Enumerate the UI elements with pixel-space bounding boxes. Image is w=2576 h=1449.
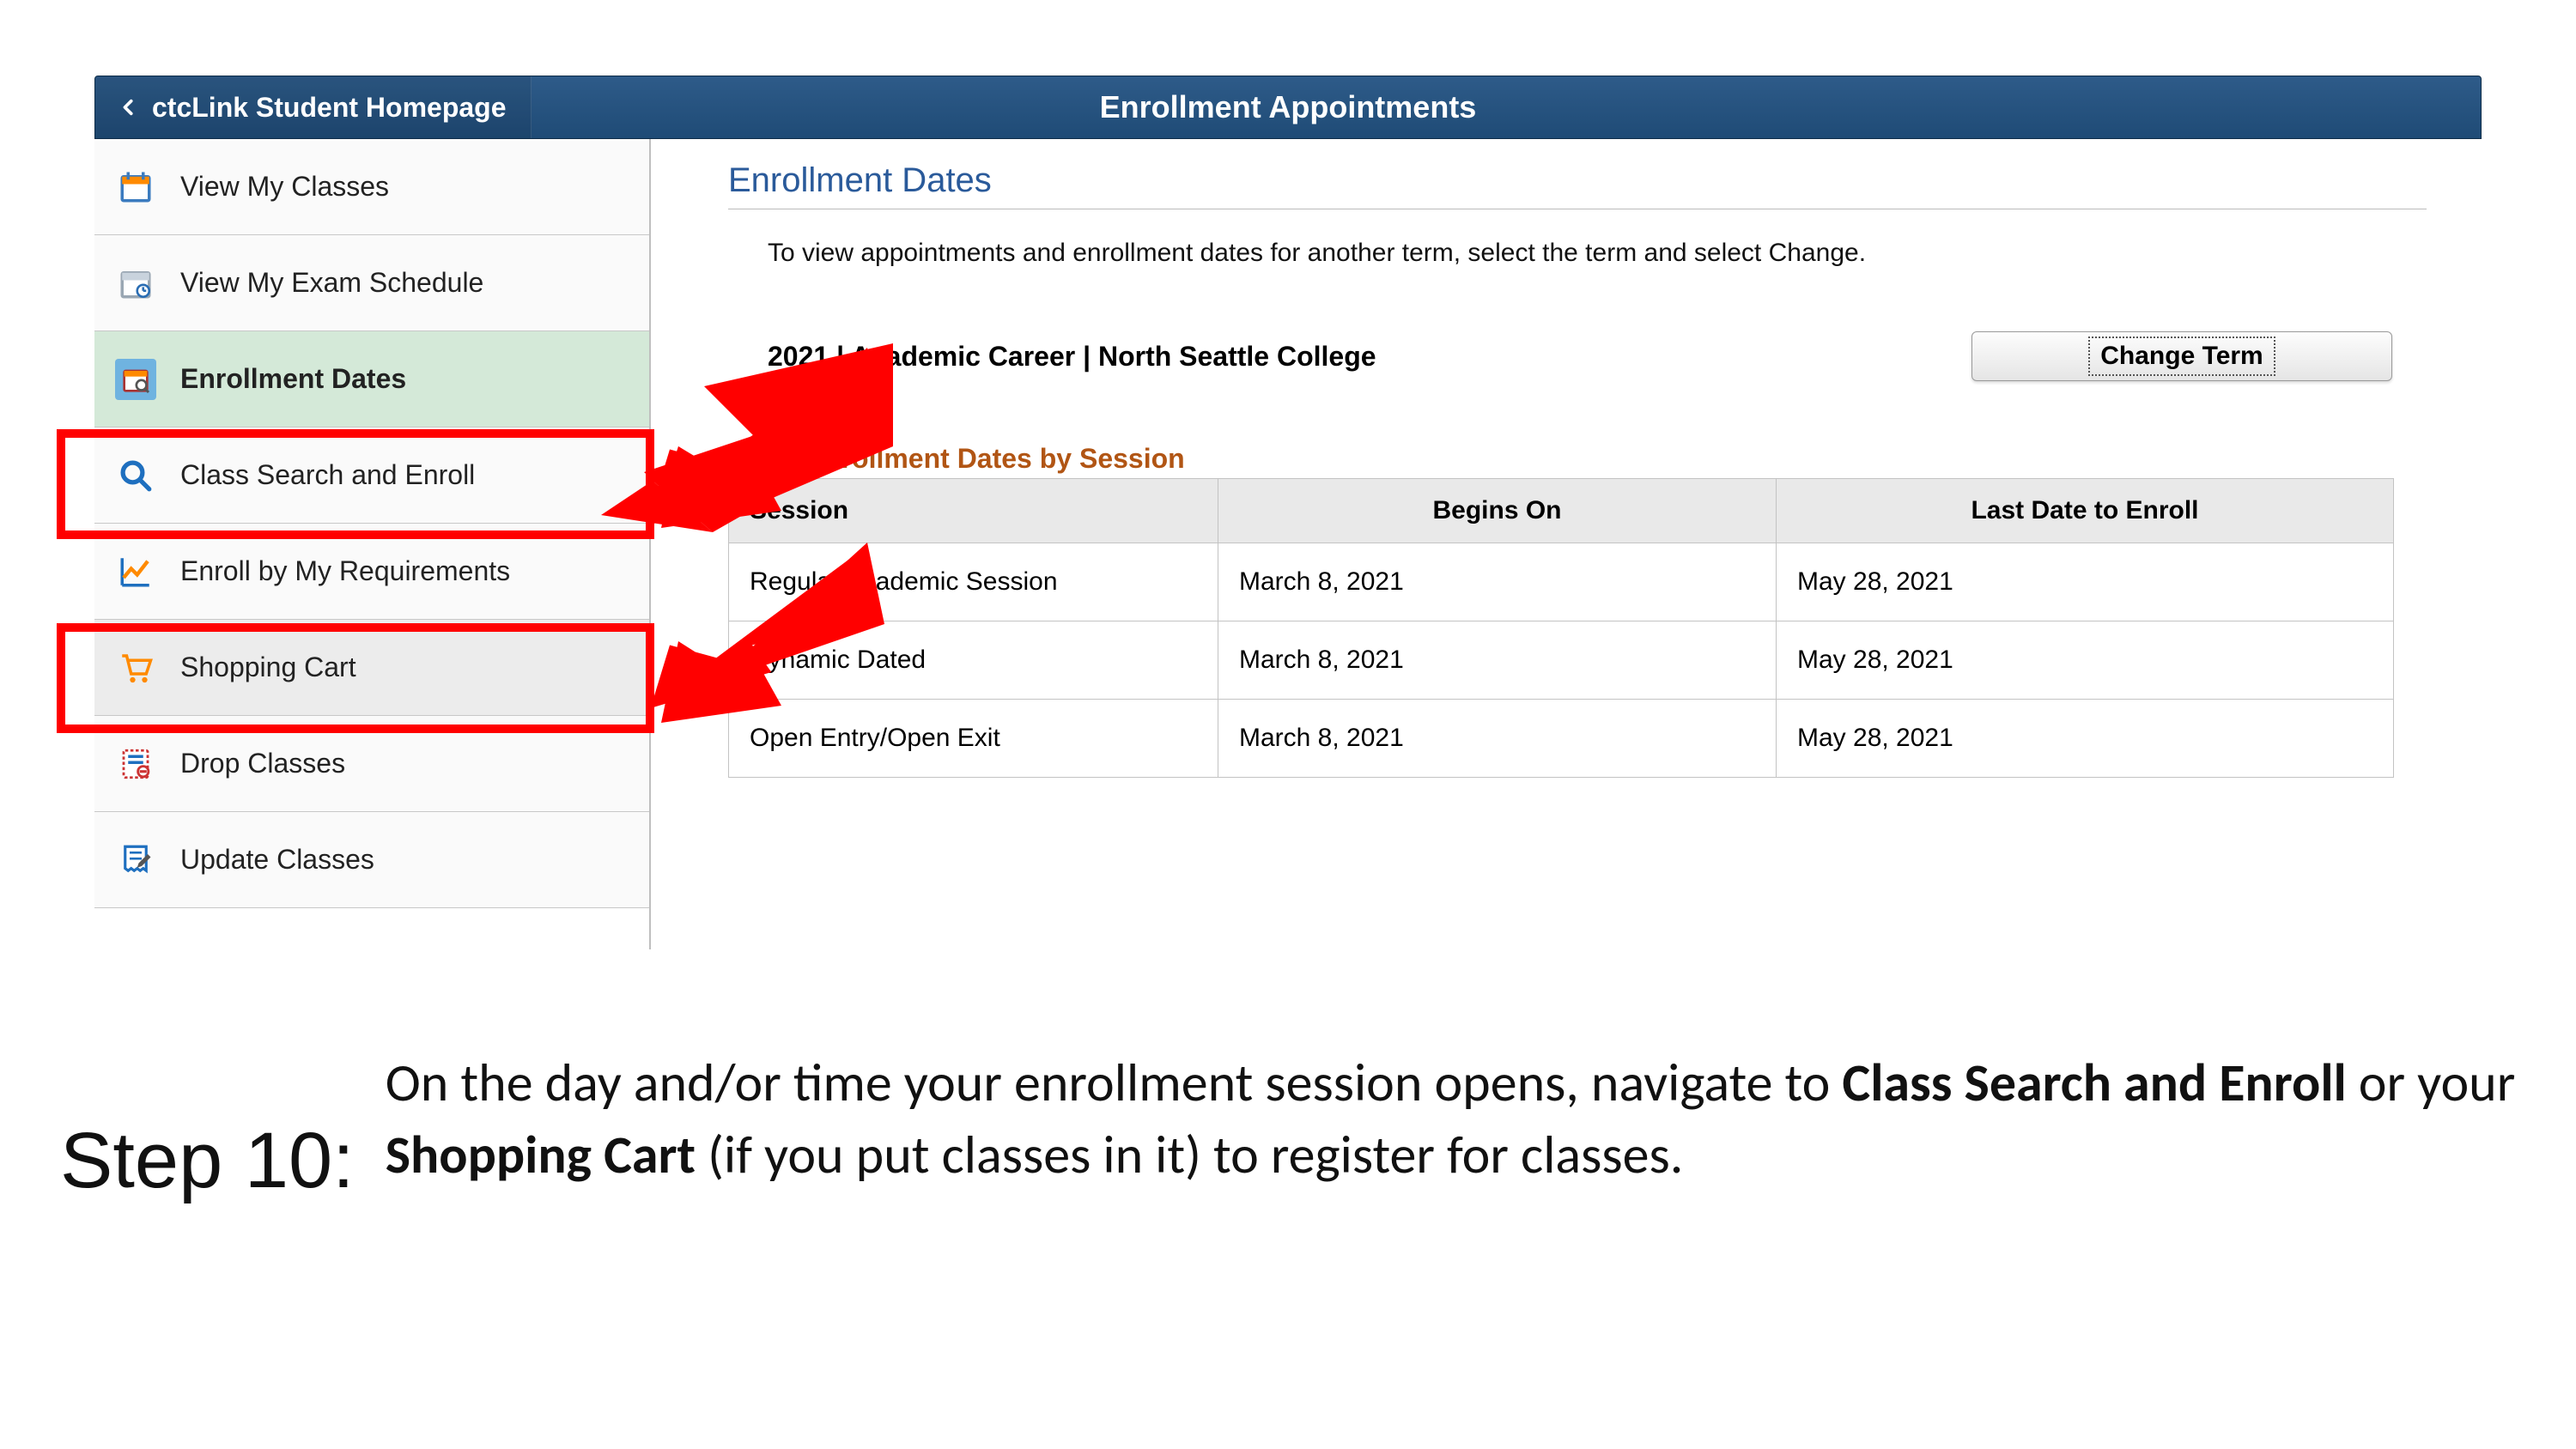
step-text: On the day and/or time your enrollment s… [386,1047,2516,1191]
cell-last: May 28, 2021 [1777,700,2394,778]
term-year: 2021 [768,341,829,372]
sidebar-item-label: View My Classes [180,171,389,203]
cell-begins: March 8, 2021 [1218,543,1777,621]
page-title: Enrollment Appointments [1100,89,1477,125]
col-last-date: Last Date to Enroll [1777,479,2394,543]
step-caption: Step 10: On the day and/or time your enr… [60,1047,2516,1206]
chart-line-icon [115,551,156,592]
caption-bold: Class Search and Enroll [1842,1050,2346,1115]
table-row: Dynamic Dated March 8, 2021 May 28, 2021 [729,621,2394,700]
cell-last: May 28, 2021 [1777,621,2394,700]
receipt-edit-icon [115,840,156,881]
schedule-icon [115,263,156,304]
sidebar-item-view-my-exam-schedule[interactable]: View My Exam Schedule [94,235,649,331]
cell-begins: March 8, 2021 [1218,621,1777,700]
sidebar-item-enroll-by-requirements[interactable]: Enroll by My Requirements [94,524,649,620]
sidebar-item-enrollment-dates[interactable]: Enrollment Dates [94,331,649,427]
caption-bold: Shopping Cart [386,1122,696,1187]
drop-list-icon [115,743,156,785]
term-rest: | Academic Career | North Seattle Colleg… [829,341,1376,372]
table-header-row: Session Begins On Last Date to Enroll [729,479,2394,543]
sidebar-item-label: Enrollment Dates [180,363,406,395]
cell-session: Open Entry/Open Exit [729,700,1218,778]
sidebar-item-view-my-classes[interactable]: View My Classes [94,139,649,235]
sidebar-item-drop-classes[interactable]: Drop Classes [94,716,649,812]
sidebar-item-label: Drop Classes [180,748,345,779]
col-session: Session [729,479,1218,543]
search-icon [115,455,156,496]
enrollment-dates-table: Session Begins On Last Date to Enroll Re… [728,478,2394,778]
cell-last: May 28, 2021 [1777,543,2394,621]
chevron-left-icon [119,92,138,124]
sidebar-item-label: Shopping Cart [180,652,356,683]
caption-text: On the day and/or time your enrollment s… [386,1050,1843,1115]
back-label: ctcLink Student Homepage [152,92,507,124]
main-content: Enrollment Dates To view appointments an… [651,139,2482,949]
sidebar-item-label: Update Classes [180,844,374,876]
cart-icon [115,647,156,688]
sidebar-item-shopping-cart[interactable]: Shopping Cart [94,620,649,716]
calendar-search-icon [115,359,156,400]
term-context: 2021 | Academic Career | North Seattle C… [768,341,1376,373]
caption-text: (if you put classes in it) to register f… [696,1122,1683,1187]
step-number: Step 10: [60,1047,355,1206]
cell-session: Regular Academic Session [729,543,1218,621]
sidebar-item-label: Class Search and Enroll [180,459,475,491]
cell-session: Dynamic Dated [729,621,1218,700]
sidebar-item-label: Enroll by My Requirements [180,555,510,587]
term-row: 2021 | Academic Career | North Seattle C… [728,331,2427,381]
table-row: Regular Academic Session March 8, 2021 M… [729,543,2394,621]
table-heading: Open Enrollment Dates by Session [728,443,2427,475]
change-term-button[interactable]: Change Term [1971,331,2392,381]
caption-text: or your [2347,1050,2516,1115]
sidebar-item-label: View My Exam Schedule [180,267,483,299]
change-term-label: Change Term [2090,338,2273,374]
table-row: Open Entry/Open Exit March 8, 2021 May 2… [729,700,2394,778]
sidebar: View My Classes View My Exam Schedule En… [94,139,651,949]
title-bar: ctcLink Student Homepage Enrollment Appo… [94,76,2482,139]
instruction-text: To view appointments and enrollment date… [728,239,2427,268]
col-begins-on: Begins On [1218,479,1777,543]
back-button[interactable]: ctcLink Student Homepage [95,76,532,138]
body: View My Classes View My Exam Schedule En… [94,139,2482,949]
section-heading: Enrollment Dates [728,161,2427,209]
app-window: ctcLink Student Homepage Enrollment Appo… [94,76,2482,949]
cell-begins: March 8, 2021 [1218,700,1777,778]
sidebar-item-update-classes[interactable]: Update Classes [94,812,649,908]
sidebar-item-class-search-and-enroll[interactable]: Class Search and Enroll [94,427,649,524]
calendar-icon [115,167,156,208]
